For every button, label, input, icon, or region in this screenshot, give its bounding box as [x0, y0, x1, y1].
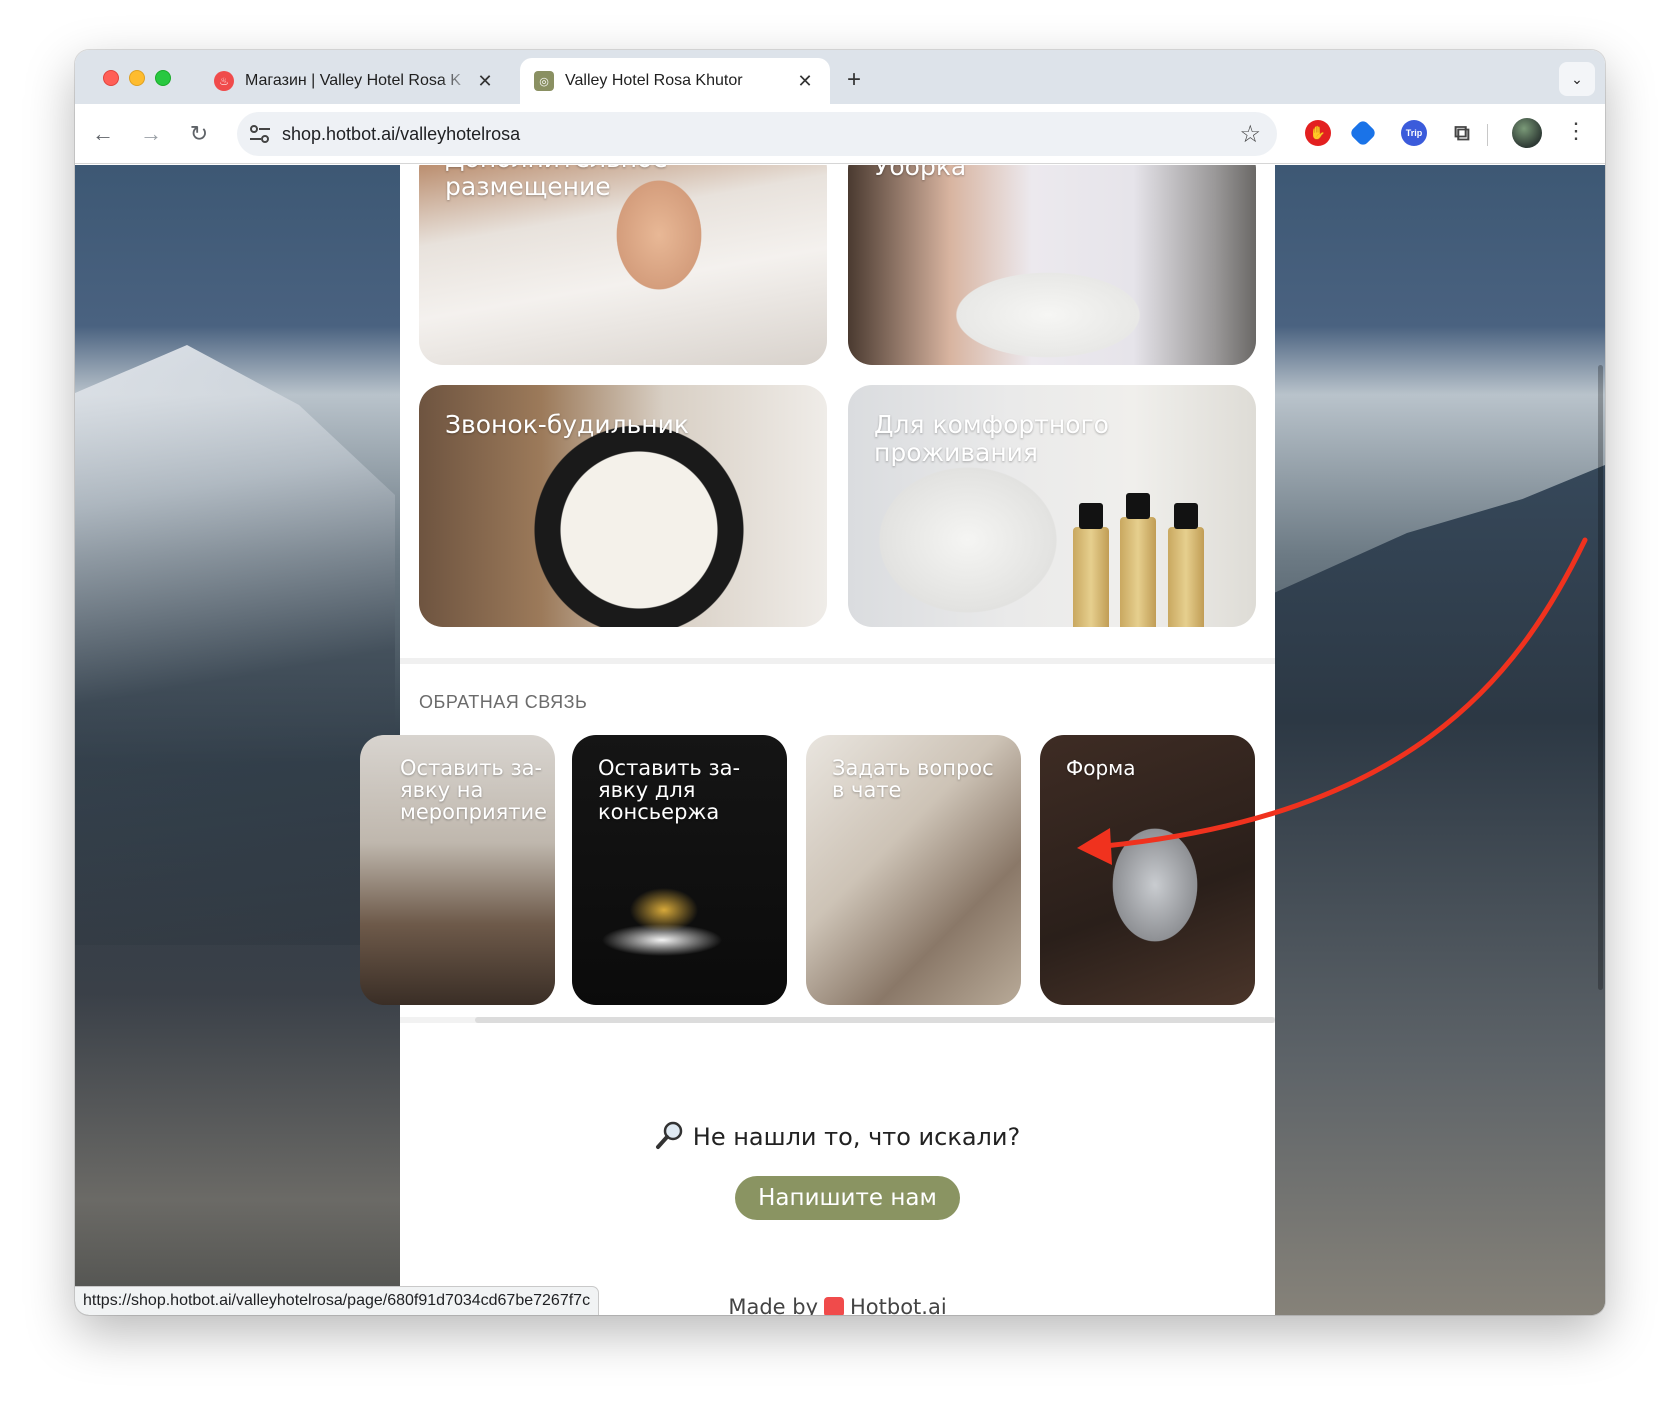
section-divider	[400, 658, 1275, 664]
adblock-extension-icon[interactable]: ✋	[1305, 120, 1331, 146]
forward-arrow-icon[interactable]: →	[135, 118, 167, 150]
background-mountain-left	[75, 345, 395, 945]
hotbot-brand-link[interactable]: Hotbot.ai	[850, 1295, 947, 1315]
service-card-cleaning[interactable]: Уборка	[848, 165, 1256, 365]
section-label-feedback: ОБРАТНАЯ СВЯЗЬ	[419, 692, 588, 712]
hotbot-favicon-icon: ♨	[214, 71, 234, 91]
vertical-scrollbar[interactable]	[1598, 365, 1603, 990]
maximize-window-button[interactable]	[155, 70, 171, 86]
browser-toolbar: ← → ↻ shop.hotbot.ai/valleyhotelrosa ☆ ✋…	[75, 104, 1605, 164]
carousel-scroll-thumb[interactable]	[475, 1017, 1275, 1023]
card-title: Задать вопрос в чате	[832, 756, 994, 802]
tab-close-icon[interactable]: ✕	[794, 71, 816, 92]
not-found-text: Не нашли то, что искали?	[692, 1123, 1021, 1151]
card-title: Для комфортного проживания	[874, 410, 1109, 467]
card-title: Звонок-будильник	[445, 410, 689, 439]
card-title: Уборка	[874, 165, 967, 181]
site-settings-icon[interactable]	[249, 124, 271, 144]
tab-shop[interactable]: ♨ Магазин | Valley Hotel Rosa K ✕	[200, 58, 510, 104]
made-by-text: Made by	[728, 1295, 818, 1315]
background-mountain-right	[1275, 465, 1605, 1315]
tab-strip: ♨ Магазин | Valley Hotel Rosa K ✕ ◎ Vall…	[75, 50, 1605, 104]
tab-valley-hotel[interactable]: ◎ Valley Hotel Rosa Khutor ✕	[520, 58, 830, 104]
new-tab-plus-icon[interactable]: +	[847, 66, 861, 94]
service-card-comfort[interactable]: Для комфортного проживания	[848, 385, 1256, 627]
browser-window: ♨ Магазин | Valley Hotel Rosa K ✕ ◎ Vall…	[75, 50, 1605, 1315]
feedback-card-form[interactable]: Форма	[1040, 735, 1255, 1005]
url-text: shop.hotbot.ai/valleyhotelrosa	[282, 124, 521, 144]
card-title: Дополнительное размещение	[445, 165, 668, 201]
card-title: Форма	[1066, 756, 1136, 780]
write-to-us-button[interactable]: Напишите нам	[735, 1176, 960, 1220]
hotel-favicon-icon: ◎	[534, 71, 554, 91]
trip-extension-icon[interactable]: Trip	[1401, 120, 1427, 146]
extensions-puzzle-icon[interactable]: ⧉	[1449, 120, 1475, 146]
tab-title: Магазин | Valley Hotel Rosa K	[245, 72, 461, 89]
card-title: Оставить за- явку для консьержа	[598, 756, 741, 824]
page-viewport: Дополнительное размещение Уборка Звонок-…	[75, 165, 1605, 1315]
hotbot-logo-icon	[824, 1297, 844, 1315]
bookmark-star-icon[interactable]: ☆	[1239, 120, 1261, 149]
feedback-card-concierge-request[interactable]: Оставить за- явку для консьержа	[572, 735, 787, 1005]
feedback-card-event-request[interactable]: Оставить за- явку на мероприятие	[360, 735, 555, 1005]
profile-avatar[interactable]	[1512, 118, 1542, 148]
close-window-button[interactable]	[103, 70, 119, 86]
tab-close-icon[interactable]: ✕	[474, 71, 496, 92]
back-arrow-icon[interactable]: ←	[87, 118, 119, 150]
link-status-bar: https://shop.hotbot.ai/valleyhotelrosa/p…	[75, 1286, 600, 1315]
reload-icon[interactable]: ↻	[183, 118, 215, 150]
tab-search-chevron-icon[interactable]: ⌄	[1559, 62, 1595, 96]
trip-extension-label: Trip	[1405, 128, 1423, 138]
magnifier-icon	[655, 1121, 683, 1149]
address-bar[interactable]: shop.hotbot.ai/valleyhotelrosa ☆	[237, 112, 1277, 156]
bottle-image	[1120, 493, 1156, 627]
service-card-extra-accommodation[interactable]: Дополнительное размещение	[419, 165, 827, 365]
feedback-card-chat-question[interactable]: Задать вопрос в чате	[806, 735, 1021, 1005]
card-title: Оставить за- явку на мероприятие	[400, 756, 548, 824]
browser-menu-icon[interactable]: ⋮	[1565, 118, 1587, 144]
not-found-prompt: Не нашли то, что искали?	[400, 1120, 1275, 1151]
bottle-image	[1073, 503, 1109, 627]
tag-extension-icon[interactable]	[1348, 118, 1378, 148]
bottle-image	[1168, 503, 1204, 627]
service-card-wake-up-call[interactable]: Звонок-будильник	[419, 385, 827, 627]
minimize-window-button[interactable]	[129, 70, 145, 86]
shop-page: Дополнительное размещение Уборка Звонок-…	[360, 165, 1275, 1315]
toolbar-divider	[1487, 124, 1488, 146]
tab-title: Valley Hotel Rosa Khutor	[565, 72, 743, 89]
